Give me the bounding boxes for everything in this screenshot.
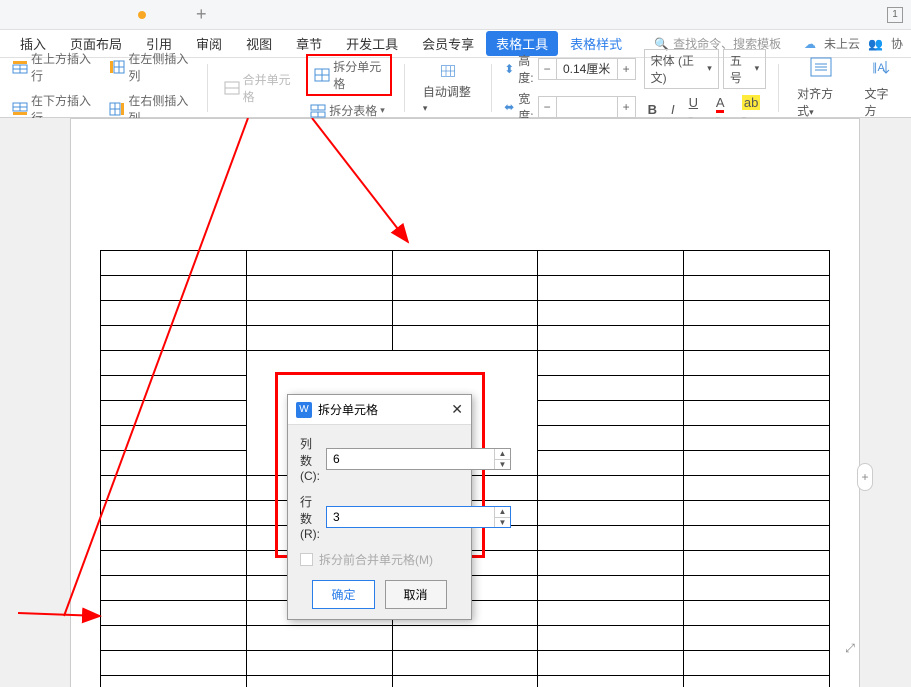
split-cells-label: 拆分单元格 [333, 58, 384, 92]
cancel-button[interactable]: 取消 [385, 580, 447, 609]
rows-down-button[interactable]: ▼ [495, 518, 510, 528]
ok-button[interactable]: 确定 [312, 580, 374, 609]
alignment-label: 对齐方式 [797, 87, 833, 118]
collaborate-icon[interactable]: 👥 [868, 37, 883, 51]
font-family-select[interactable]: 宋体 (正文) ▾ [644, 49, 719, 89]
dialog-titlebar[interactable]: W 拆分单元格 ✕ [288, 395, 471, 425]
chevron-down-icon: ▾ [423, 103, 428, 113]
titlebar: + 1 [0, 0, 911, 30]
cloud-icon: ☁ [804, 37, 816, 51]
insert-col-left-icon [109, 60, 125, 74]
italic-button[interactable]: I [667, 100, 679, 119]
table-row [101, 251, 830, 276]
font-size-value: 五号 [730, 52, 751, 86]
split-table-label: 拆分表格 [329, 102, 377, 119]
width-increase-button[interactable]: + [617, 97, 635, 117]
split-cells-dialog: W 拆分单元格 ✕ 列数(C): ▲▼ 行数(R): ▲▼ 拆分 [287, 394, 472, 620]
workspace: W 拆分单元格 ✕ 列数(C): ▲▼ 行数(R): ▲▼ 拆分 [0, 118, 911, 687]
split-table-icon [310, 104, 326, 118]
height-value: 0.14厘米 [557, 60, 617, 77]
chevron-down-icon: ▾ [380, 105, 385, 116]
width-decrease-button[interactable]: − [539, 97, 557, 117]
table-row [101, 301, 830, 326]
insert-col-left-label: 在左侧插入列 [128, 50, 190, 84]
rows-input[interactable]: ▲▼ [326, 506, 511, 528]
table-row [101, 626, 830, 651]
table-row [101, 651, 830, 676]
menu-view[interactable]: 视图 [234, 30, 284, 57]
split-cells-button[interactable]: 拆分单元格 [306, 54, 392, 96]
table-row [101, 326, 830, 351]
insert-col-right-icon [109, 102, 125, 116]
merge-before-checkbox [300, 553, 313, 566]
rows-up-button[interactable]: ▲ [495, 507, 510, 518]
collaborate-label: 协 [891, 35, 903, 52]
insert-row-above-button[interactable]: 在上方插入行 [8, 48, 97, 86]
height-increase-button[interactable]: + [617, 59, 635, 79]
cols-down-button[interactable]: ▼ [495, 460, 510, 470]
split-cells-icon [314, 68, 330, 82]
table-row [101, 676, 830, 687]
font-family-value: 宋体 (正文) [651, 52, 704, 86]
cols-label: 列数(C): [300, 435, 320, 483]
app-logo-icon: W [296, 402, 312, 418]
table-row [101, 351, 830, 376]
auto-adjust-button[interactable]: 自动调整 ▾ [417, 59, 479, 116]
font-size-select[interactable]: 五号 ▾ [723, 49, 766, 89]
cols-up-button[interactable]: ▲ [495, 449, 510, 460]
height-spinner[interactable]: − 0.14厘米 + [538, 58, 636, 80]
merge-cells-icon [224, 81, 240, 95]
table-row [101, 276, 830, 301]
add-col-button[interactable]: + [857, 463, 873, 491]
rows-label: 行数(R): [300, 493, 320, 541]
merge-before-label: 拆分前合并单元格(M) [319, 551, 433, 568]
cols-input[interactable]: ▲▼ [326, 448, 511, 470]
alignment-icon [810, 57, 832, 83]
window-button[interactable]: 1 [887, 7, 903, 23]
width-lock-icon: ⬌ [504, 100, 514, 114]
merge-cells-button[interactable]: 合并单元格 [220, 69, 299, 107]
insert-col-left-button[interactable]: 在左侧插入列 [105, 48, 194, 86]
auto-adjust-label: 自动调整 [423, 85, 471, 99]
dialog-close-button[interactable]: ✕ [451, 401, 463, 418]
cloud-status[interactable]: 未上云 [824, 35, 860, 52]
height-decrease-button[interactable]: − [539, 59, 557, 79]
insert-row-above-icon [12, 60, 28, 74]
menu-dev-tools[interactable]: 开发工具 [334, 30, 410, 57]
modified-dot-icon [138, 11, 146, 19]
width-spinner[interactable]: − + [538, 96, 636, 118]
alignment-button[interactable]: 对齐方式▾ [791, 55, 850, 121]
bold-button[interactable]: B [644, 100, 661, 119]
cols-field[interactable] [327, 449, 494, 469]
text-direction-label: 文字方 [865, 85, 898, 119]
text-direction-icon: ∥A [870, 57, 892, 83]
auto-adjust-icon [436, 61, 460, 81]
svg-text:∥A: ∥A [872, 62, 886, 74]
expand-icon[interactable]: ⤢ [841, 639, 859, 657]
chevron-down-icon: ▾ [755, 63, 760, 74]
rows-field[interactable] [327, 507, 494, 527]
insert-row-above-label: 在上方插入行 [31, 50, 93, 84]
dialog-title-text: 拆分单元格 [318, 401, 378, 418]
chevron-down-icon: ▾ [707, 63, 712, 74]
new-tab-button[interactable]: + [196, 4, 207, 25]
text-direction-button[interactable]: ∥A 文字方 [859, 55, 904, 121]
insert-row-below-icon [12, 102, 28, 116]
menu-chapter[interactable]: 章节 [284, 30, 334, 57]
height-lock-icon: ⬍ [504, 62, 514, 76]
merge-cells-label: 合并单元格 [243, 71, 295, 105]
ribbon: 在上方插入行 在下方插入行 在左侧插入列 在右侧插入列 合并单元格 拆分单元格 … [0, 58, 911, 118]
height-label: 高度: [518, 52, 533, 86]
menu-member[interactable]: 会员专享 [410, 30, 486, 57]
merge-before-checkbox-row: 拆分前合并单元格(M) [300, 551, 459, 568]
